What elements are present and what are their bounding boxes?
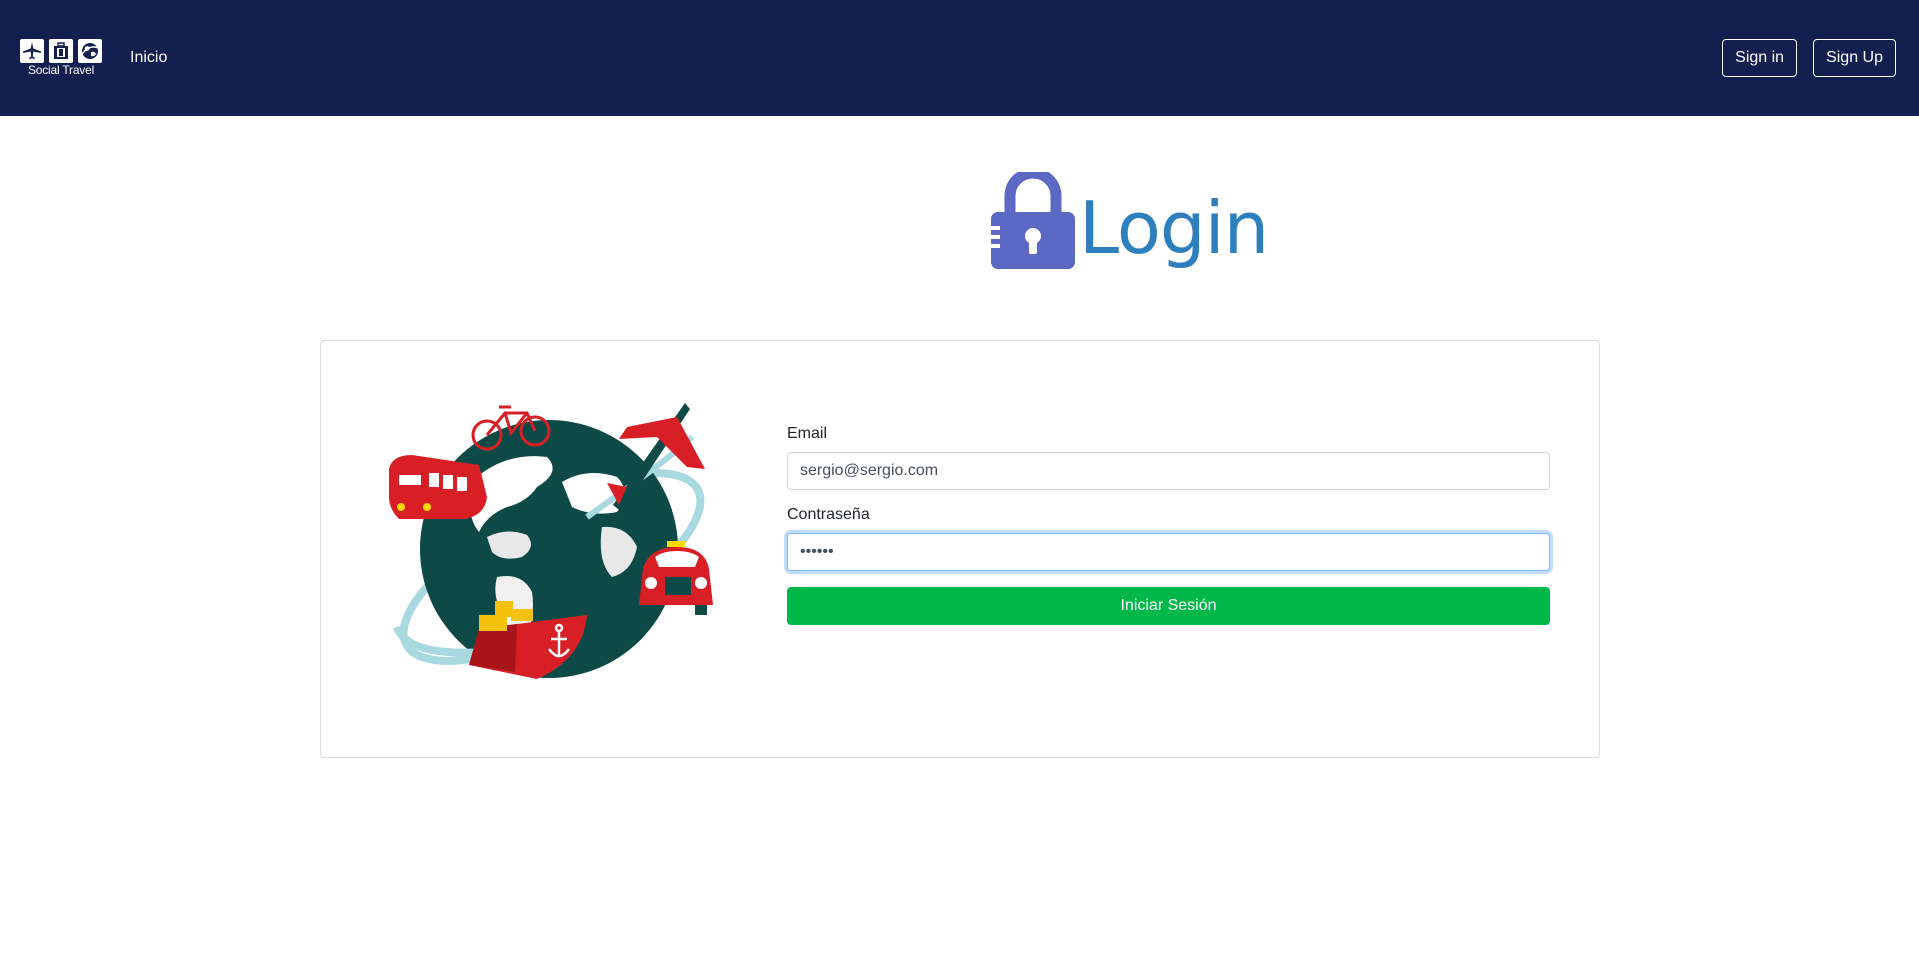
email-label: Email xyxy=(787,425,828,442)
page-title: Login xyxy=(1079,186,1269,270)
travel-globe-illustration xyxy=(389,403,713,679)
email-group: Email xyxy=(787,425,1550,490)
login-heading: Login xyxy=(990,172,1269,270)
password-label: Contraseña xyxy=(787,506,870,523)
password-field[interactable] xyxy=(787,533,1550,571)
sign-in-button[interactable]: Sign in xyxy=(1722,39,1798,77)
airplane-icon xyxy=(20,39,44,63)
globe-icon xyxy=(78,39,102,63)
luggage-icon xyxy=(49,39,73,63)
navbar: Social Travel Inicio Sign in Sign Up xyxy=(0,0,1919,116)
email-field[interactable] xyxy=(787,452,1550,490)
padlock-icon xyxy=(990,172,1075,269)
login-form: Email Contraseña Iniciar Sesión xyxy=(787,425,1550,625)
brand-icons xyxy=(20,39,102,63)
nav-link-inicio[interactable]: Inicio xyxy=(130,49,167,67)
brand-name: Social Travel xyxy=(27,63,95,77)
brand-logo[interactable]: Social Travel xyxy=(20,39,102,77)
sign-up-button[interactable]: Sign Up xyxy=(1813,39,1896,77)
auth-buttons: Sign in Sign Up xyxy=(1722,39,1896,77)
login-card: Email Contraseña Iniciar Sesión xyxy=(320,340,1600,758)
login-submit-button[interactable]: Iniciar Sesión xyxy=(787,587,1550,625)
password-group: Contraseña xyxy=(787,506,1550,571)
